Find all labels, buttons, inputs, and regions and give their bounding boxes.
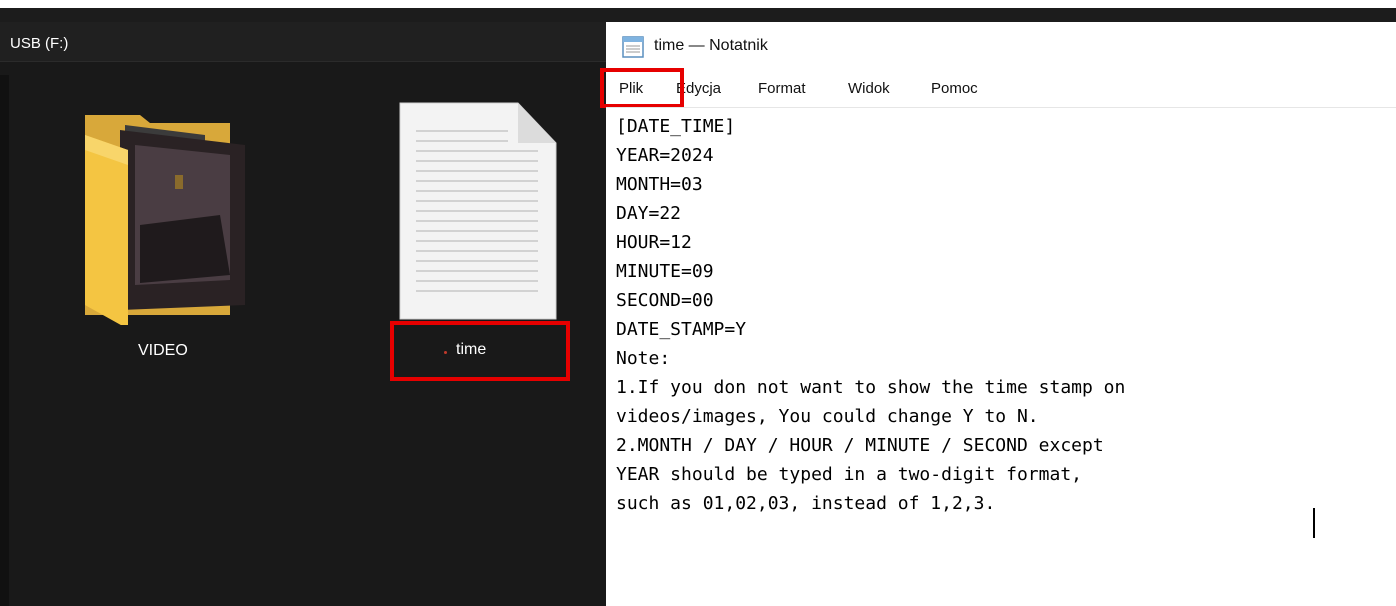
- menu-item-view[interactable]: Widok: [848, 80, 890, 97]
- notepad-text-editor[interactable]: [DATE_TIME] YEAR=2024 MONTH=03 DAY=22 HO…: [606, 107, 1396, 606]
- file-status-dot-icon: [444, 351, 447, 354]
- notepad-app-icon: [622, 36, 644, 58]
- menu-item-file[interactable]: Plik: [619, 80, 643, 97]
- file-item-time[interactable]: time: [390, 101, 570, 371]
- editor-line: [DATE_TIME]: [616, 116, 736, 137]
- menu-item-format[interactable]: Format: [758, 80, 806, 97]
- file-label: time: [456, 341, 487, 358]
- explorer-nav-edge: [0, 75, 9, 606]
- editor-line: DATE_STAMP=Y: [616, 319, 747, 340]
- editor-line: YEAR should be typed in a two-digit form…: [616, 464, 1082, 485]
- text-file-icon: [399, 102, 557, 320]
- editor-line: 2.MONTH / DAY / HOUR / MINUTE / SECOND e…: [616, 435, 1104, 456]
- notepad-window-title: time — Notatnik: [654, 37, 768, 54]
- notepad-window: time — Notatnik Plik Edycja Format Widok…: [600, 22, 1396, 606]
- explorer-header: USB (F:): [0, 22, 606, 62]
- screen-top-bar: [0, 8, 1396, 22]
- notepad-menubar: Plik Edycja Format Widok Pomoc: [606, 75, 1396, 105]
- editor-line: DAY=22: [616, 203, 682, 224]
- notepad-titlebar: time — Notatnik: [606, 22, 1396, 68]
- editor-line: such as 01,02,03, instead of 1,2,3.: [616, 493, 996, 514]
- explorer-location-title: USB (F:): [10, 35, 69, 52]
- editor-line: Note:: [616, 348, 671, 369]
- file-explorer-window: USB (F:) VIDEO time: [0, 22, 606, 606]
- folder-item-video[interactable]: VIDEO: [60, 105, 270, 365]
- folder-with-video-preview-icon: [85, 115, 245, 325]
- folder-label: VIDEO: [138, 342, 188, 359]
- editor-line: 1.If you don not want to show the time s…: [616, 377, 1126, 398]
- editor-line: videos/images, You could change Y to N.: [616, 406, 1039, 427]
- menu-item-help[interactable]: Pomoc: [931, 80, 978, 97]
- editor-line: MINUTE=09: [616, 261, 714, 282]
- editor-line: SECOND=00: [616, 290, 714, 311]
- editor-line: MONTH=03: [616, 174, 703, 195]
- text-caret: [1313, 508, 1315, 538]
- editor-line: YEAR=2024: [616, 145, 714, 166]
- explorer-file-view: VIDEO time: [0, 75, 606, 606]
- screen-top-edge: [0, 0, 1396, 8]
- menu-item-edit[interactable]: Edycja: [676, 80, 721, 97]
- editor-line: HOUR=12: [616, 232, 692, 253]
